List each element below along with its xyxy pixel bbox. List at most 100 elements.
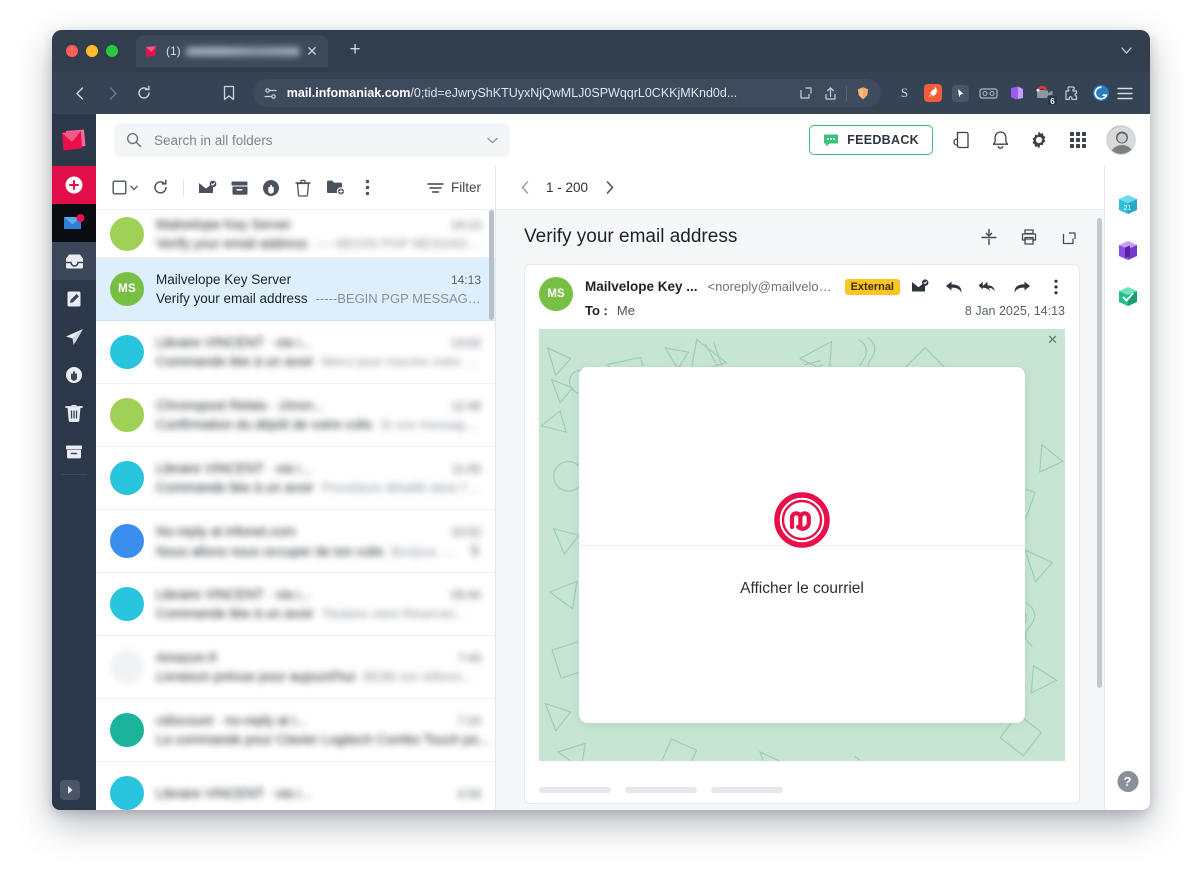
user-avatar[interactable]: [1106, 125, 1136, 155]
simplify-extension-icon[interactable]: S: [895, 84, 914, 103]
sidebar-item-trash[interactable]: [52, 394, 96, 432]
open-in-new-icon[interactable]: [798, 85, 814, 101]
footer-action-button[interactable]: [711, 787, 783, 793]
brave-shield-icon[interactable]: [855, 85, 871, 101]
footer-action-button[interactable]: [539, 787, 611, 793]
reading-pane-scrollbar[interactable]: [1097, 218, 1102, 688]
browser-menu-button[interactable]: [1114, 82, 1136, 104]
cursor-extension-icon[interactable]: [951, 84, 970, 103]
rocket-extension-icon[interactable]: [923, 84, 942, 103]
filter-button[interactable]: Filter: [427, 180, 483, 195]
show-email-button[interactable]: Afficher le courriel: [740, 580, 864, 598]
refresh-button[interactable]: [146, 174, 174, 202]
sidebar-item-mail[interactable]: [52, 204, 96, 242]
settings-gear-icon[interactable]: [1028, 129, 1050, 151]
close-tab-button[interactable]: ✕: [304, 43, 320, 59]
list-item[interactable]: cdiscount · no-reply at i... 7:20 La com…: [96, 699, 495, 762]
archive-button[interactable]: [225, 174, 253, 202]
tab-list-menu-button[interactable]: [1116, 41, 1136, 61]
more-options-button[interactable]: [353, 174, 381, 202]
tasks-app-icon[interactable]: [1115, 284, 1141, 310]
puzzle-extension-icon[interactable]: [1063, 84, 1082, 103]
chat-bubble-icon: [823, 133, 839, 147]
sidebar-item-spam[interactable]: [52, 356, 96, 394]
notifications-bell-icon[interactable]: [989, 129, 1011, 151]
open-in-new-window-icon[interactable]: [1058, 226, 1080, 248]
mark-unread-icon[interactable]: [910, 277, 929, 296]
address-bar-input[interactable]: mail.infomaniak.com/0;tid=eJwryShKTUyxNj…: [252, 79, 882, 107]
mailvelope-logo: [774, 492, 830, 548]
list-item[interactable]: Libraire VINCENT · via i... 13:02 Comman…: [96, 321, 495, 384]
maximize-window-button[interactable]: [106, 45, 118, 57]
sidebar-item-inbox[interactable]: [52, 242, 96, 280]
contacts-app-icon[interactable]: [1115, 238, 1141, 264]
reload-button[interactable]: [130, 79, 158, 107]
reply-all-icon[interactable]: [978, 277, 997, 296]
minimize-window-button[interactable]: [86, 45, 98, 57]
calendar-app-icon[interactable]: 21: [1115, 192, 1141, 218]
browser-tab[interactable]: (1) ✕: [136, 35, 328, 67]
subject-row: Verify your email address: [524, 226, 1080, 248]
list-item-sender: Mailvelope Key Server: [156, 217, 292, 232]
next-page-button[interactable]: [596, 175, 622, 201]
glasses-extension-icon[interactable]: [979, 84, 998, 103]
move-to-folder-button[interactable]: [321, 174, 349, 202]
sidebar-item-drafts[interactable]: [52, 280, 96, 318]
print-icon[interactable]: [1018, 226, 1040, 248]
collapse-sidebar-button[interactable]: [60, 780, 80, 800]
close-icon[interactable]: ✕: [1047, 333, 1058, 346]
sidebar-item-sent[interactable]: [52, 318, 96, 356]
mail-list-scrollbar[interactable]: [489, 210, 494, 320]
select-all-checkbox[interactable]: [108, 174, 142, 202]
close-window-button[interactable]: [66, 45, 78, 57]
santa-video-extension-icon[interactable]: 6: [1035, 84, 1059, 106]
message-footer-actions: [525, 777, 1079, 803]
search-input[interactable]: Search in all folders: [114, 123, 510, 157]
new-tab-button[interactable]: +: [344, 40, 366, 62]
filter-lines-icon: [427, 182, 444, 194]
unsubscribe-icon[interactable]: [978, 226, 1000, 248]
footer-action-button[interactable]: [625, 787, 697, 793]
list-item[interactable]: Libraire VINCENT · via i... 11:05 Comman…: [96, 447, 495, 510]
report-spam-button[interactable]: [257, 174, 285, 202]
list-item-content: Mailvelope Key Server 14:13 Verify your …: [156, 272, 481, 306]
mark-as-read-button[interactable]: [193, 174, 221, 202]
delete-button[interactable]: [289, 174, 317, 202]
avatar: [110, 587, 144, 621]
grammarly-extension-icon[interactable]: [1091, 84, 1110, 103]
reply-icon[interactable]: [944, 277, 963, 296]
list-item[interactable]: No-reply at infonet.com 10:52 Nous allon…: [96, 510, 495, 573]
search-dropdown-icon[interactable]: [487, 137, 498, 144]
compose-button[interactable]: [52, 166, 96, 204]
sidebar-item-archive[interactable]: [52, 432, 96, 470]
more-vertical-icon[interactable]: [1046, 277, 1065, 296]
back-button[interactable]: [66, 79, 94, 107]
list-item[interactable]: Libraire VINCENT · via i... 6:58: [96, 762, 495, 810]
list-item[interactable]: Amazon.fr 7:44 Livraison prévue pour auj…: [96, 636, 495, 699]
list-item-sender: Mailvelope Key Server: [156, 272, 292, 287]
mail-list-toolbar: Filter: [96, 166, 495, 210]
list-item[interactable]: MS Mailvelope Key Server 14:13 Verify yo…: [96, 258, 495, 321]
help-button[interactable]: ?: [1117, 771, 1138, 792]
list-item[interactable]: Chronopost Relais · chron... 12:46 Confi…: [96, 384, 495, 447]
avatar: [110, 776, 144, 810]
news-feed-icon[interactable]: [950, 129, 972, 151]
list-item-sender: Libraire VINCENT · via i...: [156, 461, 312, 476]
forward-button[interactable]: [98, 79, 126, 107]
list-item-time: 11:05: [451, 462, 481, 476]
site-permissions-icon[interactable]: [263, 85, 279, 101]
infomaniak-mail-logo[interactable]: [52, 114, 96, 166]
mail-list-scroll[interactable]: Mailvelope Key Server 14:13 Verify your …: [96, 210, 495, 810]
purple-book-extension-icon[interactable]: [1007, 84, 1026, 103]
previous-page-button[interactable]: [512, 175, 538, 201]
avatar: [110, 650, 144, 684]
list-item-subject: Commande liée à un avoir: [156, 480, 314, 495]
message-actions: [910, 277, 1065, 296]
share-icon[interactable]: [822, 85, 838, 101]
bookmark-icon[interactable]: [215, 79, 243, 107]
forward-icon[interactable]: [1012, 277, 1031, 296]
list-item[interactable]: Mailvelope Key Server 14:13 Verify your …: [96, 210, 495, 258]
app-grid-icon[interactable]: [1067, 129, 1089, 151]
feedback-button[interactable]: FEEDBACK: [809, 125, 933, 155]
list-item[interactable]: Libraire VINCENT · via i... 09:40 Comman…: [96, 573, 495, 636]
